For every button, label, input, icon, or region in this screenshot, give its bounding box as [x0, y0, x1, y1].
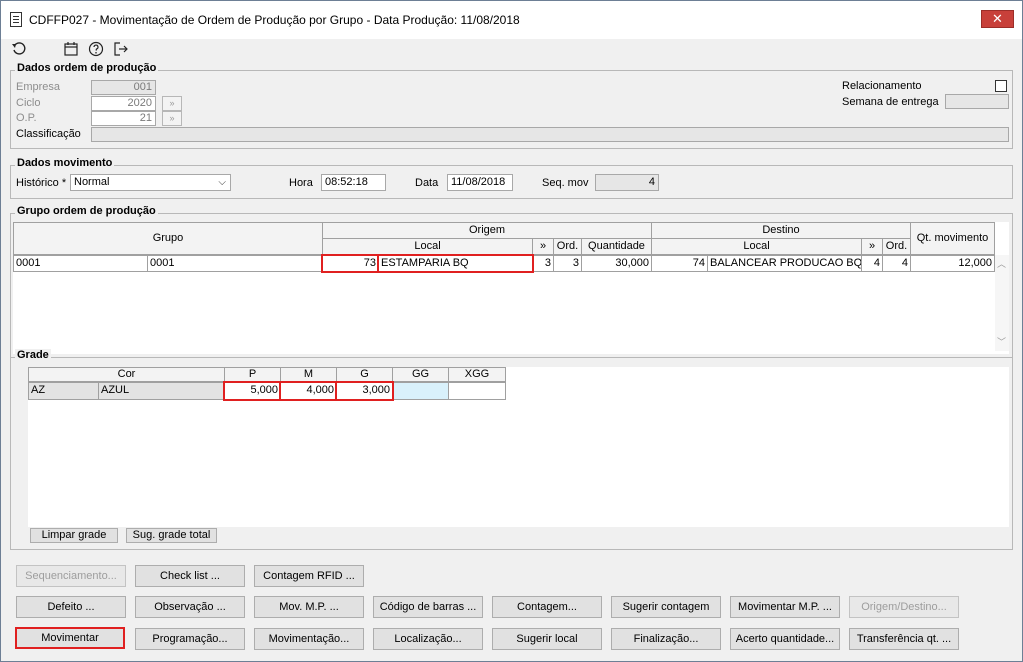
- classificacao-field: [91, 127, 1009, 142]
- grupo-header: Grupo: [13, 222, 323, 255]
- destino-local-header: Local: [651, 238, 862, 255]
- hora-label: Hora: [289, 177, 313, 189]
- classificacao-label: Classificação: [16, 128, 81, 140]
- calendar-icon[interactable]: [63, 41, 79, 57]
- historico-select[interactable]: Normal ⌵: [70, 174, 231, 191]
- destino-local-name-cell[interactable]: BALANCEAR PRODUCAO BQ: [707, 255, 862, 272]
- op-field[interactable]: 21: [91, 111, 156, 126]
- contagem-rfid-button[interactable]: Contagem RFID ...: [254, 565, 364, 587]
- destino-ord-header: Ord.: [882, 238, 911, 255]
- size-xgg-header: XGG: [448, 367, 506, 382]
- grade-legend: Grade: [15, 349, 51, 361]
- size-g-header: G: [336, 367, 393, 382]
- origem-destino-button[interactable]: Origem/Destino...: [849, 596, 959, 618]
- window-title: CDFFP027 - Movimentação de Ordem de Prod…: [29, 13, 520, 27]
- cor-code-cell: AZ: [28, 382, 99, 400]
- cor-name-cell: AZUL: [98, 382, 225, 400]
- programacao-button[interactable]: Programação...: [135, 628, 245, 650]
- grupo-scrollbar[interactable]: ︿ ﹀: [995, 255, 1009, 351]
- finalizacao-button[interactable]: Finalização...: [611, 628, 721, 650]
- scroll-up-icon[interactable]: ︿: [997, 257, 1006, 270]
- size-m-header: M: [280, 367, 337, 382]
- origem-quantidade-header: Quantidade: [581, 238, 652, 255]
- sugerir-local-button[interactable]: Sugerir local: [492, 628, 602, 650]
- refresh-icon[interactable]: [11, 41, 27, 57]
- destino-arrow-header: »: [861, 238, 883, 255]
- localizacao-button[interactable]: Localização...: [373, 628, 483, 650]
- close-button[interactable]: ✕: [981, 10, 1014, 28]
- check-list-button[interactable]: Check list ...: [135, 565, 245, 587]
- empresa-field: 001: [91, 80, 156, 95]
- origem-ord-cell[interactable]: 3: [553, 255, 582, 272]
- document-icon: [10, 12, 22, 27]
- grupo-cell-2[interactable]: 0001: [147, 255, 323, 272]
- data-field[interactable]: 11/08/2018: [447, 174, 513, 191]
- dados-ordem-legend: Dados ordem de produção: [15, 62, 159, 74]
- hora-field[interactable]: 08:52:18: [321, 174, 386, 191]
- codigo-barras-button[interactable]: Código de barras ...: [373, 596, 483, 618]
- seq-mov-label: Seq. mov: [542, 177, 589, 189]
- semana-field: [945, 94, 1009, 109]
- cor-header: Cor: [28, 367, 225, 382]
- contagem-button[interactable]: Contagem...: [492, 596, 602, 618]
- semana-label: Semana de entrega: [842, 96, 939, 108]
- empresa-label: Empresa: [16, 81, 61, 93]
- size-p-cell[interactable]: 5,000: [223, 381, 282, 401]
- seq-mov-field: 4: [595, 174, 659, 191]
- defeito-button[interactable]: Defeito ...: [16, 596, 126, 618]
- origem-header: Origem: [322, 222, 652, 239]
- exit-icon[interactable]: [113, 41, 129, 57]
- qt-movimento-header: Qt. movimento: [910, 222, 995, 255]
- destino-ord-cell[interactable]: 4: [882, 255, 911, 272]
- size-xgg-cell[interactable]: [448, 382, 506, 400]
- movimentacao-button[interactable]: Movimentação...: [254, 628, 364, 650]
- title-bar: CDFFP027 - Movimentação de Ordem de Prod…: [1, 1, 1022, 39]
- mov-mp-button[interactable]: Mov. M.P. ...: [254, 596, 364, 618]
- grupo-cell-1[interactable]: 0001: [13, 255, 148, 272]
- size-p-header: P: [224, 367, 281, 382]
- op-lookup-button[interactable]: »: [162, 111, 182, 126]
- origem-local-header: Local: [322, 238, 533, 255]
- relacionamento-label: Relacionamento: [842, 80, 922, 92]
- data-label: Data: [415, 177, 439, 189]
- movimentar-button[interactable]: Movimentar: [15, 627, 125, 649]
- help-icon[interactable]: [88, 41, 104, 57]
- destino-arrow-cell[interactable]: 4: [861, 255, 883, 272]
- transferencia-qt-button[interactable]: Transferência qt. ...: [849, 628, 959, 650]
- historico-label: Histórico *: [16, 177, 67, 189]
- relacionamento-checkbox[interactable]: [995, 80, 1007, 92]
- ciclo-field[interactable]: 2020: [91, 96, 156, 111]
- historico-value: Normal: [74, 176, 110, 188]
- size-m-cell[interactable]: 4,000: [279, 381, 338, 401]
- observacao-button[interactable]: Observação ...: [135, 596, 245, 618]
- acerto-quantidade-button[interactable]: Acerto quantidade...: [730, 628, 840, 650]
- ciclo-label: Ciclo: [16, 97, 41, 109]
- origem-ord-header: Ord.: [553, 238, 582, 255]
- dados-movimento-legend: Dados movimento: [15, 157, 115, 169]
- op-label: O.P.: [16, 112, 37, 124]
- sugerir-contagem-button[interactable]: Sugerir contagem: [611, 596, 721, 618]
- destino-local-code-cell[interactable]: 74: [651, 255, 708, 272]
- scroll-down-icon[interactable]: ﹀: [997, 335, 1006, 348]
- limpar-grade-button[interactable]: Limpar grade: [30, 528, 118, 543]
- origem-quantidade-cell[interactable]: 30,000: [581, 255, 652, 272]
- sequenciamento-button[interactable]: Sequenciamento...: [16, 565, 126, 587]
- destino-header: Destino: [651, 222, 911, 239]
- origem-arrow-cell[interactable]: 3: [532, 255, 554, 272]
- size-gg-header: GG: [392, 367, 449, 382]
- size-gg-cell[interactable]: [392, 382, 449, 400]
- origem-local-code-cell[interactable]: 73: [321, 254, 380, 273]
- movimentar-mp-button[interactable]: Movimentar M.P. ...: [730, 596, 840, 618]
- ciclo-lookup-button[interactable]: »: [162, 96, 182, 111]
- sugerir-grade-total-button[interactable]: Sug. grade total: [126, 528, 217, 543]
- qt-movimento-cell[interactable]: 12,000: [910, 255, 995, 272]
- main-window: CDFFP027 - Movimentação de Ordem de Prod…: [0, 0, 1023, 662]
- grupo-ordem-legend: Grupo ordem de produção: [15, 205, 158, 217]
- origem-arrow-header: »: [532, 238, 554, 255]
- size-g-cell[interactable]: 3,000: [335, 381, 394, 401]
- chevron-down-icon: ⌵: [218, 177, 226, 188]
- origem-local-name-cell[interactable]: ESTAMPARIA BQ: [377, 254, 534, 273]
